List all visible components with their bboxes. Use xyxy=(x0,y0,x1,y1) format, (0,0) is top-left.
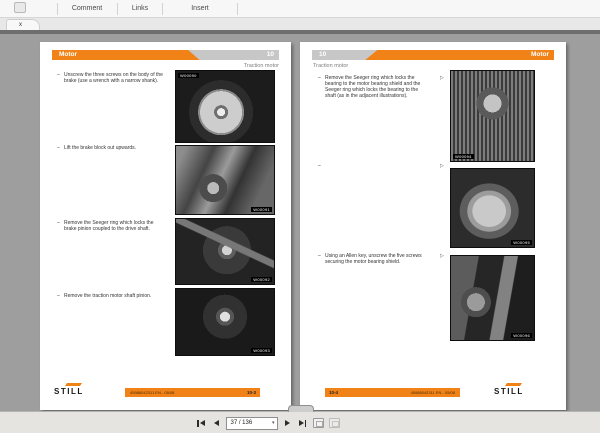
instruction-text: Remove the Seeger ring which locks the b… xyxy=(64,220,154,232)
pointer-arrow-icon: ▷ xyxy=(440,253,444,259)
still-logo-flag-icon xyxy=(64,383,83,386)
page-navigation-bar: 37 / 136 ▾ xyxy=(0,405,600,433)
figure-code: W00093 xyxy=(251,348,272,353)
next-page-button[interactable] xyxy=(283,418,292,428)
still-logo-flag-icon xyxy=(504,383,523,386)
toolbar-separator xyxy=(162,3,163,15)
footer-page-number: 10-3 xyxy=(246,390,256,395)
toolbar: Comment Links Insert xyxy=(0,0,600,18)
bullet-dash: – xyxy=(57,145,60,151)
instruction-item: – Remove the Seeger ring which locks the… xyxy=(318,75,444,99)
instruction-text: Unscrew the three screws on the body of … xyxy=(64,72,163,84)
document-tab[interactable]: x xyxy=(6,19,40,30)
instruction-item: – Unscrew the three screws on the body o… xyxy=(57,72,183,84)
instruction-item: – Using an Allen key, unscrew the five s… xyxy=(318,253,444,265)
footer-doc-code: 45988042311 EN - 05/08 xyxy=(410,390,455,395)
next-view-button[interactable] xyxy=(329,418,340,428)
instruction-text: Remove the traction motor shaft pinion. xyxy=(64,293,152,299)
toolbar-tab-insert[interactable]: Insert xyxy=(163,0,237,18)
pointer-arrow-icon: ▷ xyxy=(440,75,444,81)
still-logo-text: STILL xyxy=(494,387,524,396)
figure-code: W00096 xyxy=(511,333,532,338)
still-logo-text: STILL xyxy=(54,387,84,396)
pdf-page-left: Motor 10 Traction motor – Unscrew the th… xyxy=(40,42,291,410)
bullet-dash: – xyxy=(318,253,321,259)
bullet-dash: – xyxy=(318,75,321,81)
document-tab-bar: x xyxy=(0,18,600,30)
toolbar-separator xyxy=(237,3,238,15)
previous-view-button[interactable] xyxy=(313,418,324,428)
toolbar-separator xyxy=(117,3,118,15)
instruction-item: – Remove the traction motor shaft pinion… xyxy=(57,293,183,299)
document-viewer[interactable]: Motor 10 Traction motor – Unscrew the th… xyxy=(0,30,600,411)
app-menu-icon[interactable] xyxy=(14,2,26,13)
instruction-text: Remove the Seeger ring which locks the b… xyxy=(325,75,421,99)
figure-photo: W00093 xyxy=(175,288,275,356)
chapter-header-bar: Motor 10 xyxy=(52,50,279,60)
bullet-dash: – xyxy=(57,220,60,226)
still-logo: STILL xyxy=(494,383,540,397)
footer-page-number: 10-4 xyxy=(329,390,339,395)
still-logo: STILL xyxy=(54,383,100,397)
chapter-title: Motor xyxy=(59,51,78,58)
figure-code: W00091 xyxy=(251,207,272,212)
previous-page-button[interactable] xyxy=(212,418,221,428)
footer-bar: 10-4 45988042311 EN - 05/08 xyxy=(325,388,460,397)
instruction-text: Lift the brake block out upwards. xyxy=(64,145,136,151)
pointer-arrow-icon: ▷ xyxy=(440,163,444,169)
chapter-header-accent xyxy=(52,50,200,60)
chapter-number: 10 xyxy=(266,51,274,58)
last-page-button[interactable] xyxy=(297,418,309,429)
footer-doc-code: 45988042311 EN - 05/08 xyxy=(130,390,175,395)
toolbar-separator xyxy=(57,3,58,15)
instruction-item: – Remove the Seeger ring which locks the… xyxy=(57,220,183,232)
page-number-input[interactable]: 37 / 136 ▾ xyxy=(225,416,278,430)
toolbar-tab-links[interactable]: Links xyxy=(118,0,162,18)
chapter-title: Motor xyxy=(530,51,549,58)
figure-photo: W00095 xyxy=(450,168,535,248)
figure-photo: W00092 xyxy=(175,218,275,285)
chapter-header-accent xyxy=(365,50,554,60)
figure-code: W00092 xyxy=(251,277,272,282)
footer-bar: 45988042311 EN - 05/08 10-3 xyxy=(125,388,260,397)
bullet-dash: – xyxy=(318,163,321,169)
chapter-header-bar: 10 Motor xyxy=(312,50,554,60)
chapter-number: 10 xyxy=(319,51,327,58)
bullet-dash: – xyxy=(57,293,60,299)
instruction-item: – Lift the brake block out upwards. ▷ xyxy=(57,145,183,151)
first-page-button[interactable] xyxy=(195,418,207,429)
panel-collapse-handle[interactable] xyxy=(288,405,314,412)
bullet-dash: – xyxy=(57,72,60,78)
figure-photo: W00094 xyxy=(450,70,535,162)
figure-photo: W00096 xyxy=(450,255,535,341)
figure-code: W00094 xyxy=(453,154,474,159)
toolbar-tab-comment[interactable]: Comment xyxy=(58,0,116,18)
close-tab-icon[interactable]: x xyxy=(16,21,25,29)
section-title: Traction motor xyxy=(313,63,349,69)
figure-photo: W00091 xyxy=(175,145,275,215)
section-title: Traction motor xyxy=(243,63,279,69)
figure-code: W00095 xyxy=(511,240,532,245)
instruction-text: Using an Allen key, unscrew the five scr… xyxy=(325,253,422,265)
page-indicator[interactable]: 37 / 136 xyxy=(227,420,272,426)
figure-photo: W00090 xyxy=(175,70,275,143)
chevron-down-icon[interactable]: ▾ xyxy=(272,420,277,426)
figure-code: W00090 xyxy=(178,73,199,78)
pdf-viewer-window: Comment Links Insert x Motor 10 Traction… xyxy=(0,0,600,433)
pdf-page-right: 10 Motor Traction motor – Remove the See… xyxy=(300,42,566,410)
